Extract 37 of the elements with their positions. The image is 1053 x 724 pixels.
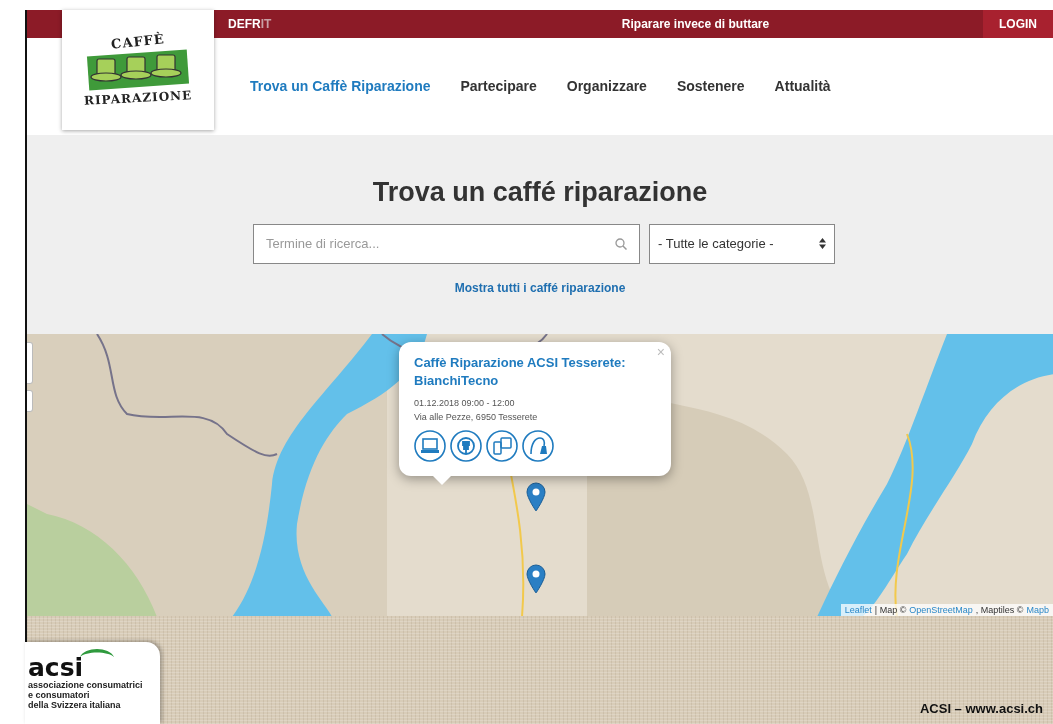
popup-title[interactable]: Caffè Riparazione ACSI Tesserete: BianchiTecno bbox=[414, 354, 657, 391]
logo-subtitle: della Svizzera italiana bbox=[28, 700, 122, 710]
nav-link[interactable]: Attualità bbox=[774, 78, 831, 95]
logo-text: CAFFÈ bbox=[110, 31, 166, 53]
nav-link[interactable]: Organizzare bbox=[566, 78, 647, 95]
logo-text: acsi bbox=[28, 658, 85, 678]
page-title: Trova un caffé riparazione bbox=[372, 176, 708, 208]
login-button[interactable]: LOGIN bbox=[983, 10, 1053, 38]
map-marker-icon[interactable] bbox=[526, 482, 546, 513]
show-all-link[interactable]: Mostra tutti i caffé riparazione bbox=[454, 280, 626, 295]
map-marker-icon[interactable] bbox=[526, 564, 546, 595]
laptop-icon[interactable] bbox=[414, 430, 446, 463]
language-link[interactable]: FR bbox=[244, 16, 261, 31]
logo-text: RIPARAZIONE bbox=[83, 88, 193, 109]
logo-card[interactable]: CAFFÈ RIPARAZIONE bbox=[62, 9, 214, 130]
search-field[interactable]: Termine di ricerca... bbox=[253, 223, 640, 264]
nav-link[interactable]: Partecipare bbox=[460, 78, 537, 95]
language-link[interactable]: IT bbox=[260, 16, 272, 31]
logo-subtitle: associazione consumatrici bbox=[28, 680, 144, 690]
event-address: Via alle Pezze, 6950 Tesserete bbox=[414, 411, 539, 425]
language-link[interactable]: DE bbox=[228, 16, 245, 31]
tagline: Riparare invece di buttare bbox=[621, 16, 770, 31]
sort-arrows-icon bbox=[819, 238, 826, 250]
attribution-link[interactable]: Mapb bbox=[1026, 605, 1049, 616]
attribution-link[interactable]: OpenStreetMap bbox=[909, 605, 973, 616]
attribution-text: , Maptiles © bbox=[975, 605, 1024, 616]
attribution-text: | Map © bbox=[874, 605, 907, 616]
devices-icon[interactable] bbox=[486, 430, 518, 463]
plug-icon[interactable] bbox=[450, 430, 482, 463]
logo-subtitle: e consumatori bbox=[28, 690, 91, 700]
vacuum-icon[interactable] bbox=[522, 430, 554, 463]
nav-link[interactable]: Sostenere bbox=[676, 78, 745, 95]
category-dropdown[interactable]: - Tutte le categorie - bbox=[649, 223, 835, 264]
caption: ACSI – www.acsi.ch bbox=[919, 701, 1043, 716]
nav-link[interactable]: Trova un Caffè Riparazione bbox=[250, 78, 431, 95]
event-date: 01.12.2018 09:00 - 12:00 bbox=[414, 397, 516, 411]
search-icon bbox=[615, 237, 627, 250]
